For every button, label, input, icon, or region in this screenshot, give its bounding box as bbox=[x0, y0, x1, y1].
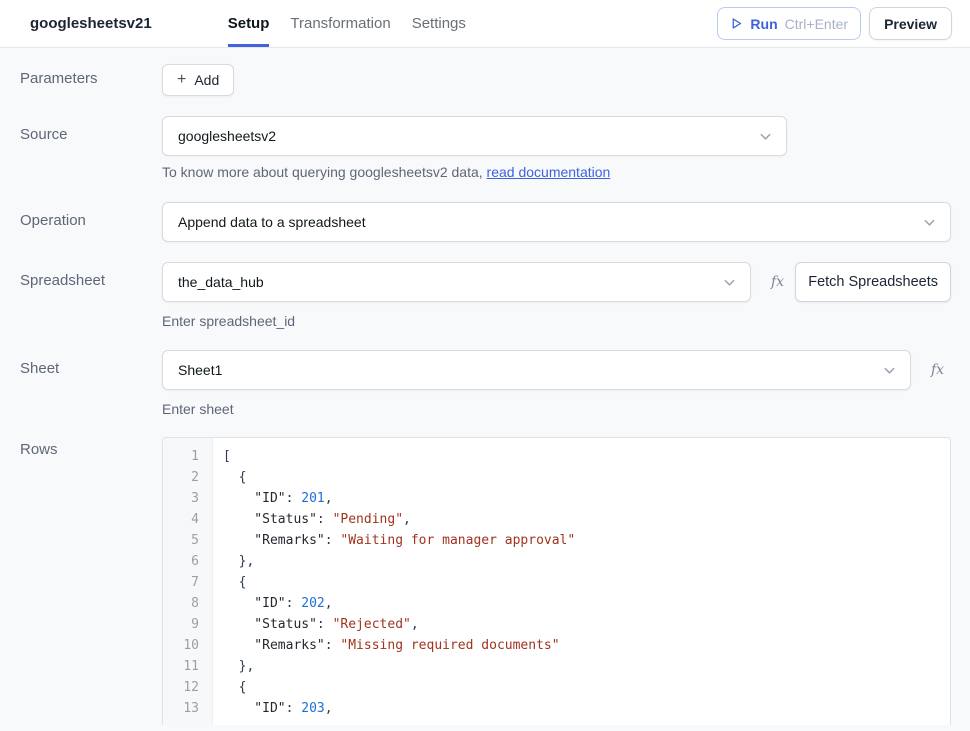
preview-button[interactable]: Preview bbox=[869, 7, 952, 40]
topbar-actions: Run Ctrl+Enter Preview bbox=[717, 7, 952, 40]
spreadsheet-label: Spreadsheet bbox=[20, 262, 162, 289]
read-documentation-link[interactable]: read documentation bbox=[487, 164, 611, 180]
editor-gutter: 12345678910111213 bbox=[163, 438, 213, 725]
chevron-down-icon bbox=[722, 275, 737, 290]
tab-transformation[interactable]: Transformation bbox=[290, 0, 390, 47]
fetch-spreadsheets-button[interactable]: Fetch Spreadsheets bbox=[795, 262, 951, 302]
spreadsheet-select[interactable]: the_data_hub bbox=[162, 262, 751, 302]
source-select[interactable]: googlesheetsv2 bbox=[162, 116, 787, 156]
setup-panel: Parameters + Add Source googlesheetsv2 T… bbox=[0, 48, 970, 731]
source-value: googlesheetsv2 bbox=[178, 128, 276, 144]
add-parameter-button[interactable]: + Add bbox=[162, 64, 234, 96]
run-button[interactable]: Run Ctrl+Enter bbox=[717, 7, 861, 40]
sheet-helper: Enter sheet bbox=[162, 401, 951, 417]
fx-toggle[interactable]: fx bbox=[931, 362, 944, 378]
parameters-label: Parameters bbox=[20, 64, 162, 87]
play-icon bbox=[730, 17, 743, 30]
rows-label: Rows bbox=[20, 437, 162, 458]
run-shortcut: Ctrl+Enter bbox=[785, 16, 848, 32]
tab-setup[interactable]: Setup bbox=[228, 0, 270, 47]
tabs: Setup Transformation Settings bbox=[228, 0, 466, 47]
add-label: Add bbox=[194, 72, 219, 88]
source-helper-text: To know more about querying googlesheets… bbox=[162, 164, 483, 180]
operation-select[interactable]: Append data to a spreadsheet bbox=[162, 202, 951, 242]
source-label: Source bbox=[20, 116, 162, 143]
chevron-down-icon bbox=[922, 215, 937, 230]
run-label: Run bbox=[750, 16, 777, 32]
spreadsheet-helper: Enter spreadsheet_id bbox=[162, 313, 951, 329]
sheet-select[interactable]: Sheet1 bbox=[162, 350, 911, 390]
operation-value: Append data to a spreadsheet bbox=[178, 214, 366, 230]
fx-toggle[interactable]: fx bbox=[771, 274, 784, 290]
sheet-label: Sheet bbox=[20, 350, 162, 377]
chevron-down-icon bbox=[882, 363, 897, 378]
topbar: googlesheetsv21 Setup Transformation Set… bbox=[0, 0, 970, 48]
spreadsheet-value: the_data_hub bbox=[178, 274, 264, 290]
rows-code-editor[interactable]: 12345678910111213 [ { "ID": 201, "Status… bbox=[162, 437, 951, 725]
source-helper: To know more about querying googlesheets… bbox=[162, 164, 951, 180]
chevron-down-icon bbox=[758, 129, 773, 144]
editor-code[interactable]: [ { "ID": 201, "Status": "Pending", "Rem… bbox=[213, 438, 950, 725]
plus-icon: + bbox=[177, 72, 186, 88]
query-name[interactable]: googlesheetsv21 bbox=[30, 15, 152, 32]
operation-label: Operation bbox=[20, 202, 162, 229]
sheet-value: Sheet1 bbox=[178, 362, 222, 378]
tab-settings[interactable]: Settings bbox=[412, 0, 466, 47]
